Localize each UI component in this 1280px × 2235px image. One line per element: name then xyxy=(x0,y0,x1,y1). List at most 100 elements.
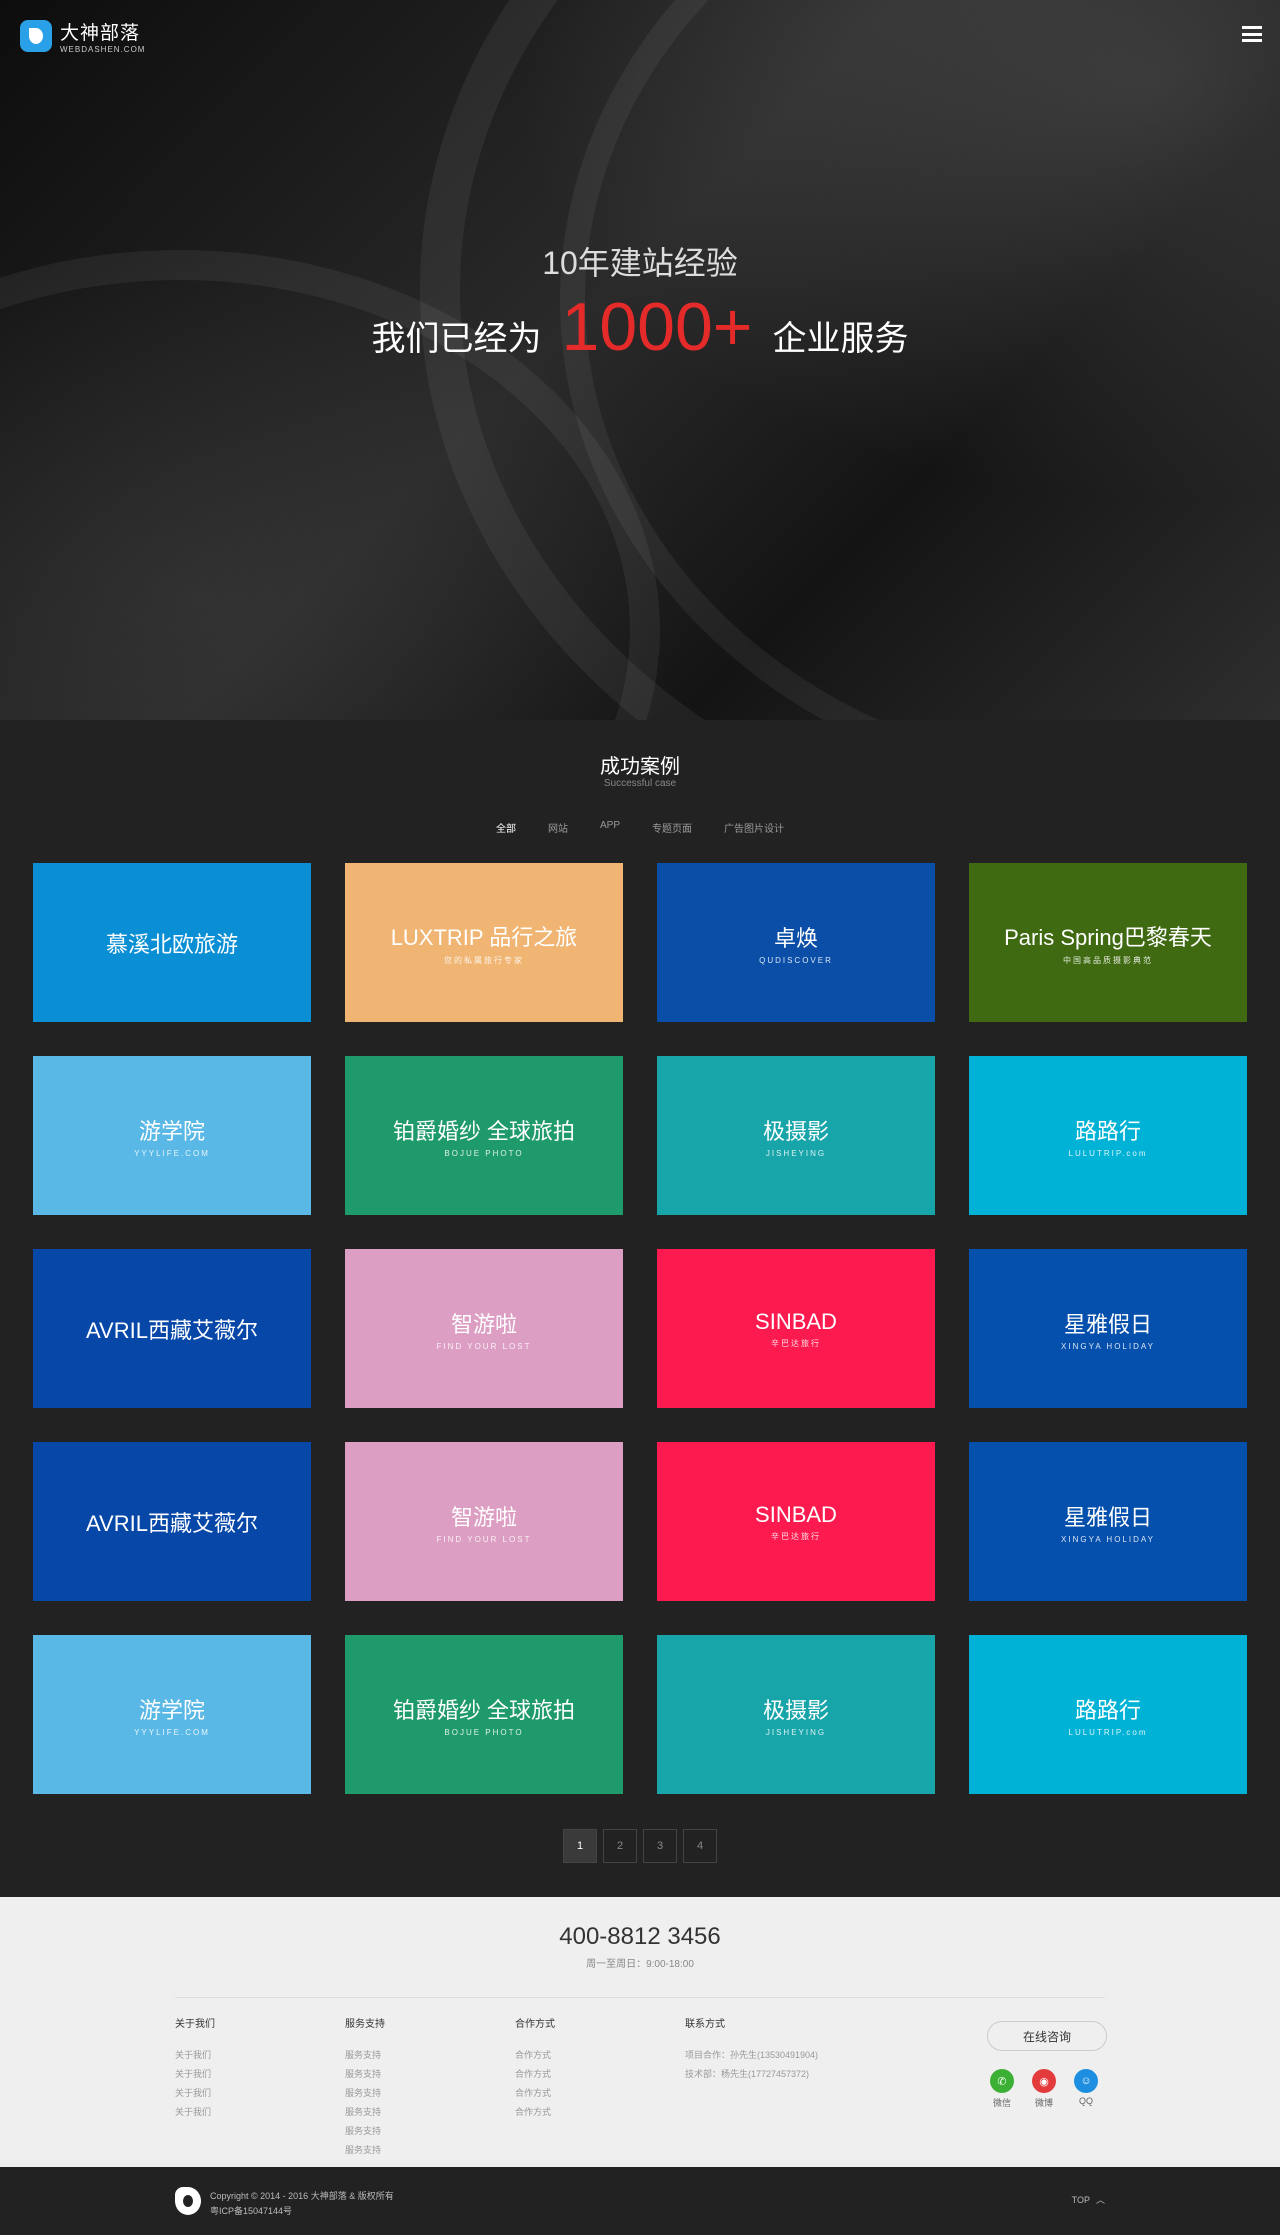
hero-headline-prefix: 我们已经为 xyxy=(371,320,542,358)
case-logo-text: 铂爵婚纱 全球旅拍 BOJUE PHOTO xyxy=(393,1693,575,1737)
footer-link[interactable]: 服务支持 xyxy=(345,2067,385,2080)
social-label: 微信 xyxy=(992,2098,1011,2108)
case-tile[interactable]: 极摄影 JISHEYING xyxy=(657,1635,935,1794)
case-logo-text: SINBAD 辛巴达旅行 xyxy=(755,1502,837,1542)
footer-link[interactable]: 关于我们 xyxy=(175,2048,215,2061)
wechat-icon: ✆ xyxy=(990,2069,1014,2093)
case-tile[interactable]: 智游啦 FIND YOUR LOST xyxy=(345,1442,623,1601)
filter-tab-all[interactable]: 全部 xyxy=(496,820,516,835)
hero-banner: 大神部落 WEBDASHEN.COM 10年建站经验 我们已经为 1000+ 企… xyxy=(0,0,1280,720)
case-tile[interactable]: Paris Spring巴黎春天 中国高品质摄影典范 xyxy=(969,863,1247,1022)
footer-link[interactable]: 合作方式 xyxy=(515,2105,555,2118)
site-logo[interactable]: 大神部落 WEBDASHEN.COM xyxy=(20,18,145,54)
case-tile[interactable]: 铂爵婚纱 全球旅拍 BOJUE PHOTO xyxy=(345,1056,623,1215)
logo-name: 大神部落 xyxy=(60,23,141,44)
case-logo-text: 游学院 YYYLIFE.COM xyxy=(134,1693,210,1737)
case-brand-tagline: FIND YOUR LOST xyxy=(436,1534,532,1544)
case-tile[interactable]: 极摄影 JISHEYING xyxy=(657,1056,935,1215)
case-brand-name: Paris Spring巴黎春天 xyxy=(1004,924,1212,950)
footer-link[interactable]: 服务支持 xyxy=(345,2086,385,2099)
footer-link[interactable]: 关于我们 xyxy=(175,2105,215,2118)
logo-domain: WEBDASHEN.COM xyxy=(60,45,146,54)
case-tile[interactable]: 铂爵婚纱 全球旅拍 BOJUE PHOTO xyxy=(345,1635,623,1794)
case-brand-name: 慕溪北欧旅游 xyxy=(105,931,238,957)
weibo-icon: ◉ xyxy=(1032,2069,1056,2093)
case-tile[interactable]: SINBAD 辛巴达旅行 xyxy=(657,1249,935,1408)
case-logo-text: 慕溪北欧旅游 xyxy=(106,927,238,959)
case-logo-text: 路路行 LULUTRIP.com xyxy=(1069,1693,1148,1737)
case-tile[interactable]: AVRIL西藏艾薇尔 xyxy=(33,1249,311,1408)
footer-link[interactable]: 合作方式 xyxy=(515,2048,555,2061)
footer-col-cooperation: 合作方式 合作方式 合作方式 合作方式 合作方式 xyxy=(515,2015,555,2124)
online-consult-button[interactable]: 在线咨询 xyxy=(987,2021,1107,2051)
case-logo-text: SINBAD 辛巴达旅行 xyxy=(755,1309,837,1349)
case-brand-tagline: YYYLIFE.COM xyxy=(134,1727,210,1737)
case-brand-name: 极摄影 xyxy=(762,1697,829,1723)
case-brand-name: AVRIL西藏艾薇尔 xyxy=(86,1317,258,1343)
filter-tab-app[interactable]: APP xyxy=(600,820,620,835)
footer-link[interactable]: 服务支持 xyxy=(345,2048,385,2061)
icp-number[interactable]: 粤ICP备15047144号 xyxy=(210,2204,394,2219)
case-tile[interactable]: SINBAD 辛巴达旅行 xyxy=(657,1442,935,1601)
footer-col-title: 联系方式 xyxy=(685,2019,725,2030)
back-to-top-label: TOP xyxy=(1071,2194,1090,2205)
case-logo-text: 极摄影 JISHEYING xyxy=(763,1693,829,1737)
footer-link[interactable]: 服务支持 xyxy=(345,2143,385,2156)
case-brand-tagline: JISHEYING xyxy=(765,1148,827,1158)
case-tile[interactable]: 游学院 YYYLIFE.COM xyxy=(33,1635,311,1794)
back-to-top-button[interactable]: TOP ︿ xyxy=(1072,2193,1105,2206)
case-brand-tagline: FIND YOUR LOST xyxy=(436,1341,532,1351)
case-tile[interactable]: 星雅假日 XINGYA HOLIDAY xyxy=(969,1249,1247,1408)
chevron-up-icon: ︿ xyxy=(1095,2195,1105,2205)
case-brand-name: 路路行 xyxy=(1074,1697,1141,1723)
page-button-2[interactable]: 2 xyxy=(603,1829,637,1863)
case-brand-tagline: LULUTRIP.com xyxy=(1068,1727,1148,1737)
social-label: 微博 xyxy=(1034,2098,1053,2108)
hero-headline: 我们已经为 1000+ 企业服务 xyxy=(0,288,1280,366)
footer-col-title: 服务支持 xyxy=(345,2019,385,2030)
footer-link[interactable]: 合作方式 xyxy=(515,2067,555,2080)
case-tile[interactable]: LUXTRIP 品行之旅 您的私属旅行专家 xyxy=(345,863,623,1022)
footer-link[interactable]: 合作方式 xyxy=(515,2086,555,2099)
case-grid: 慕溪北欧旅游 LUXTRIP 品行之旅 您的私属旅行专家 卓焕 QUDISCOVER Pa… xyxy=(33,863,1247,1794)
footer-link[interactable]: 服务支持 xyxy=(345,2124,385,2137)
footer-col-title: 关于我们 xyxy=(175,2019,215,2030)
case-brand-name: 游学院 xyxy=(138,1697,205,1723)
case-brand-tagline: XINGYA HOLIDAY xyxy=(1061,1534,1155,1544)
case-tile[interactable]: 卓焕 QUDISCOVER xyxy=(657,863,935,1022)
qq-link[interactable]: ☺ QQ xyxy=(1074,2069,1098,2109)
page-button-1[interactable]: 1 xyxy=(563,1829,597,1863)
copyright-text: Copyright © 2014 - 2016 大神部落 & 版权所有 xyxy=(210,2191,394,2201)
footer-link[interactable]: 关于我们 xyxy=(175,2086,215,2099)
footer-link[interactable]: 关于我们 xyxy=(175,2067,215,2080)
copyright-block: Copyright © 2014 - 2016 大神部落 & 版权所有 粤ICP… xyxy=(210,2189,394,2219)
page-button-3[interactable]: 3 xyxy=(643,1829,677,1863)
case-tile[interactable]: 游学院 YYYLIFE.COM xyxy=(33,1056,311,1215)
case-filter-tabs: 全部 网站 APP 专题页面 广告图片设计 xyxy=(0,820,1280,835)
filter-tab-topic-page[interactable]: 专题页面 xyxy=(652,820,692,835)
social-links: ✆ 微信 ◉ 微博 ☺ QQ xyxy=(990,2069,1098,2109)
case-tile[interactable]: AVRIL西藏艾薇尔 xyxy=(33,1442,311,1601)
case-tile[interactable]: 路路行 LULUTRIP.com xyxy=(969,1056,1247,1215)
case-brand-tagline: JISHEYING xyxy=(765,1727,827,1737)
weibo-link[interactable]: ◉ 微博 xyxy=(1032,2069,1056,2109)
footer-col-title: 合作方式 xyxy=(515,2019,555,2030)
case-logo-text: LUXTRIP 品行之旅 您的私属旅行专家 xyxy=(391,920,578,966)
filter-tab-ad-design[interactable]: 广告图片设计 xyxy=(724,820,784,835)
case-logo-text: 游学院 YYYLIFE.COM xyxy=(134,1114,210,1158)
wechat-link[interactable]: ✆ 微信 xyxy=(990,2069,1014,2109)
hero-client-count: 1000+ xyxy=(561,289,753,365)
page-button-4[interactable]: 4 xyxy=(683,1829,717,1863)
case-tile[interactable]: 星雅假日 XINGYA HOLIDAY xyxy=(969,1442,1247,1601)
case-tile[interactable]: 智游啦 FIND YOUR LOST xyxy=(345,1249,623,1408)
case-brand-name: 星雅假日 xyxy=(1063,1311,1152,1337)
social-label: QQ xyxy=(1078,2096,1093,2106)
footer-link[interactable]: 服务支持 xyxy=(345,2105,385,2118)
filter-tab-website[interactable]: 网站 xyxy=(548,820,568,835)
case-tile[interactable]: 慕溪北欧旅游 xyxy=(33,863,311,1022)
hamburger-menu-icon[interactable] xyxy=(1242,26,1262,42)
section-title: 成功案例 xyxy=(600,756,680,778)
case-tile[interactable]: 路路行 LULUTRIP.com xyxy=(969,1635,1247,1794)
footer-col-about: 关于我们 关于我们 关于我们 关于我们 关于我们 xyxy=(175,2015,215,2124)
service-hours: 周一至周日：9:00-18:00 xyxy=(586,1959,694,1970)
